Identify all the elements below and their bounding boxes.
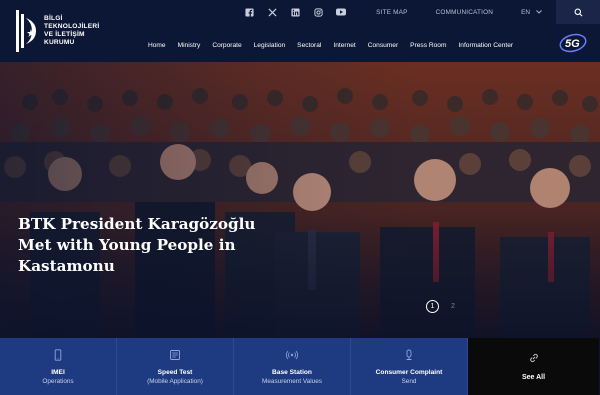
- btk-logo-mark-icon: [16, 10, 36, 52]
- youtube-icon[interactable]: [336, 7, 347, 17]
- slide-dot-active[interactable]: 1: [426, 300, 439, 313]
- brand-name: BİLGİ TEKNOLOJİLERİ VE İLETİŞİM KURUMU: [44, 15, 99, 47]
- language-selector[interactable]: EN: [521, 9, 542, 16]
- brand-line: VE İLETİŞİM: [44, 31, 85, 38]
- card-title: Speed Test: [157, 369, 193, 376]
- hero-headline[interactable]: BTK President Karagözoğlu Met with Young…: [18, 214, 268, 277]
- slide-dot[interactable]: 2: [449, 303, 457, 310]
- linkedin-icon[interactable]: [290, 7, 300, 17]
- card-base-station[interactable]: Base Station Measurement Values: [234, 338, 351, 395]
- brand-line: TEKNOLOJİLERİ: [44, 23, 100, 30]
- nav-item-legislation[interactable]: Legislation: [254, 42, 286, 49]
- main-nav: Home Ministry Corporate Legislation Sect…: [148, 42, 525, 49]
- card-title: Consumer Complaint: [375, 369, 443, 376]
- card-speed-test[interactable]: Speed Test (Mobile Application): [117, 338, 234, 395]
- nav-item-internet[interactable]: Internet: [333, 42, 355, 49]
- nav-item-home[interactable]: Home: [148, 42, 166, 49]
- card-title: IMEI: [51, 369, 65, 376]
- top-utility-bar: SITE MAP COMMUNICATION EN: [244, 0, 600, 24]
- slider-pagination: 1 2: [426, 300, 457, 313]
- card-imei[interactable]: IMEI Operations: [0, 338, 117, 395]
- language-label: EN: [521, 8, 530, 16]
- quick-access-bar: IMEI Operations Speed Test (Mobile Appli…: [0, 338, 600, 395]
- communication-link[interactable]: COMMUNICATION: [436, 9, 494, 16]
- search-icon: [574, 8, 582, 16]
- x-icon[interactable]: [267, 7, 277, 17]
- 5g-badge[interactable]: 5G: [558, 30, 588, 54]
- hero-overlay: [0, 62, 600, 338]
- social-links: [244, 7, 347, 17]
- instagram-icon[interactable]: [313, 7, 323, 17]
- nav-item-corporate[interactable]: Corporate: [212, 42, 241, 49]
- card-title: Base Station: [272, 369, 312, 376]
- 5g-label: 5G: [565, 38, 580, 50]
- nav-item-ministry[interactable]: Ministry: [178, 42, 201, 49]
- brand-line: KURUMU: [44, 39, 75, 46]
- nav-item-consumer[interactable]: Consumer: [368, 42, 398, 49]
- card-subtitle: Measurement Values: [262, 378, 322, 385]
- see-all-label: See All: [521, 374, 546, 381]
- nav-item-information-center[interactable]: Information Center: [458, 42, 513, 49]
- 5g-logo-icon: 5G: [559, 33, 587, 53]
- facebook-icon[interactable]: [244, 7, 254, 17]
- card-subtitle: (Mobile Application): [147, 378, 203, 385]
- nav-item-press-room[interactable]: Press Room: [410, 42, 446, 49]
- link-icon: [529, 353, 538, 363]
- card-consumer-complaint[interactable]: Consumer Complaint Send: [351, 338, 468, 395]
- nav-item-sectoral[interactable]: Sectoral: [297, 42, 321, 49]
- btk-logo[interactable]: BİLGİ TEKNOLOJİLERİ VE İLETİŞİM KURUMU: [14, 7, 134, 55]
- phone-icon: [54, 349, 62, 361]
- chevron-down-icon: [536, 10, 542, 14]
- site-header: BİLGİ TEKNOLOJİLERİ VE İLETİŞİM KURUMU S…: [0, 0, 600, 62]
- see-all-button[interactable]: See All: [468, 338, 599, 395]
- search-button[interactable]: [556, 0, 600, 24]
- speedtest-icon: [170, 350, 180, 360]
- complaint-icon: [406, 349, 412, 360]
- site-map-link[interactable]: SITE MAP: [376, 9, 407, 16]
- antenna-icon: [286, 350, 298, 360]
- card-subtitle: Operations: [42, 378, 74, 385]
- brand-line: BİLGİ: [44, 15, 63, 22]
- hero-slider[interactable]: BTK President Karagözoğlu Met with Young…: [0, 62, 600, 338]
- card-subtitle: Send: [401, 378, 417, 385]
